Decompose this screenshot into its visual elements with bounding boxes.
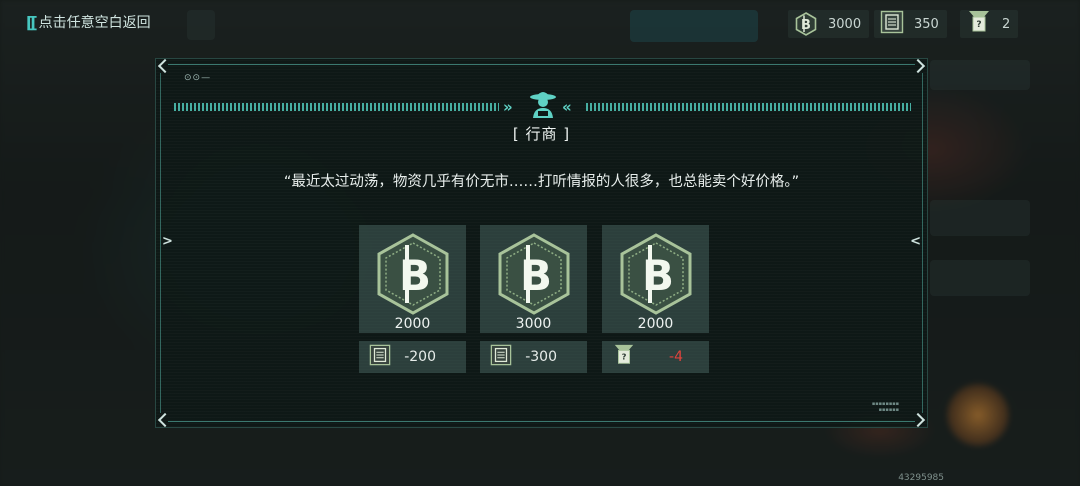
offer-cost: -200: [359, 341, 466, 373]
coin-icon: B: [794, 12, 818, 36]
chevron-left-icon: «: [562, 98, 572, 116]
coin-icon: B: [617, 231, 695, 317]
offer-reward-card[interactable]: B 2000: [602, 225, 709, 333]
chevron-right-icon: »: [503, 98, 513, 116]
offer-cost: -300: [480, 341, 587, 373]
decorative-dots: ⊙⊙—: [184, 73, 212, 83]
intel-value: 2: [1002, 16, 1011, 32]
offer-reward-amount: 2000: [637, 316, 674, 332]
svg-text:B: B: [520, 251, 552, 300]
svg-text:?: ?: [622, 352, 627, 362]
intel-counter: ? 2: [960, 9, 1019, 39]
svg-text:B: B: [801, 18, 811, 33]
double-bracket-icon: [[: [26, 12, 38, 32]
supply-value: 350: [914, 16, 939, 32]
supply-icon: [880, 10, 904, 38]
trade-offer-2[interactable]: B 3000 -300: [480, 225, 587, 373]
right-side-arrow-icon: <: [910, 234, 921, 249]
offer-cost-value: -300: [525, 349, 557, 365]
offer-cost-value: -4: [669, 349, 683, 365]
trade-offer-3[interactable]: B 2000 ? -4: [602, 225, 709, 373]
supply-counter: 350: [874, 10, 947, 38]
svg-text:B: B: [642, 251, 674, 300]
back-hint[interactable]: [[ 点击任意空白返回: [26, 12, 151, 32]
corner-mark-br: [910, 412, 926, 428]
intel-icon: ?: [612, 342, 636, 372]
left-side-arrow-icon: >: [162, 234, 173, 249]
coin-icon: B: [374, 231, 452, 317]
coin-counter: B 3000: [788, 10, 870, 38]
offer-reward-card[interactable]: B 2000: [359, 225, 466, 333]
supply-icon: [490, 344, 512, 370]
back-hint-label: 点击任意空白返回: [38, 15, 151, 31]
speaker-name: [ 行商 ]: [512, 125, 571, 143]
offer-reward-amount: 3000: [515, 316, 552, 332]
offer-cost: ? -4: [602, 341, 709, 373]
svg-text:B: B: [399, 251, 431, 300]
svg-text:?: ?: [976, 20, 981, 30]
header-stripe-right: [586, 103, 911, 111]
offer-reward-amount: 2000: [394, 316, 431, 332]
bottom-border-line: [168, 421, 915, 422]
coin-value: 3000: [828, 16, 862, 32]
trade-offer-1[interactable]: B 2000 -200: [359, 225, 466, 373]
header-stripe-left: [174, 103, 499, 111]
footer-id: 43295985: [898, 473, 944, 483]
decorative-fine-print: ▪▪▪▪▪▪▪▪ ▪▪▪▪▪▪: [871, 401, 899, 413]
intel-icon: ?: [966, 9, 992, 39]
coin-icon: B: [495, 231, 573, 317]
supply-icon: [369, 344, 391, 370]
merchant-dialog: ⊙⊙— » « [ 行商 ] “最近太过动荡，物资几乎有价无市……打听情报的人很…: [155, 58, 928, 428]
corner-mark-tl: [157, 58, 173, 74]
offer-reward-card[interactable]: B 3000: [480, 225, 587, 333]
corner-mark-bl: [157, 412, 173, 428]
offer-cost-value: -200: [404, 349, 436, 365]
merchant-quote: “最近太过动荡，物资几乎有价无市……打听情报的人很多，也总能卖个好价格。”: [283, 174, 800, 190]
top-border-line: [168, 64, 915, 65]
merchant-icon: [529, 89, 557, 123]
corner-mark-tr: [910, 58, 926, 74]
